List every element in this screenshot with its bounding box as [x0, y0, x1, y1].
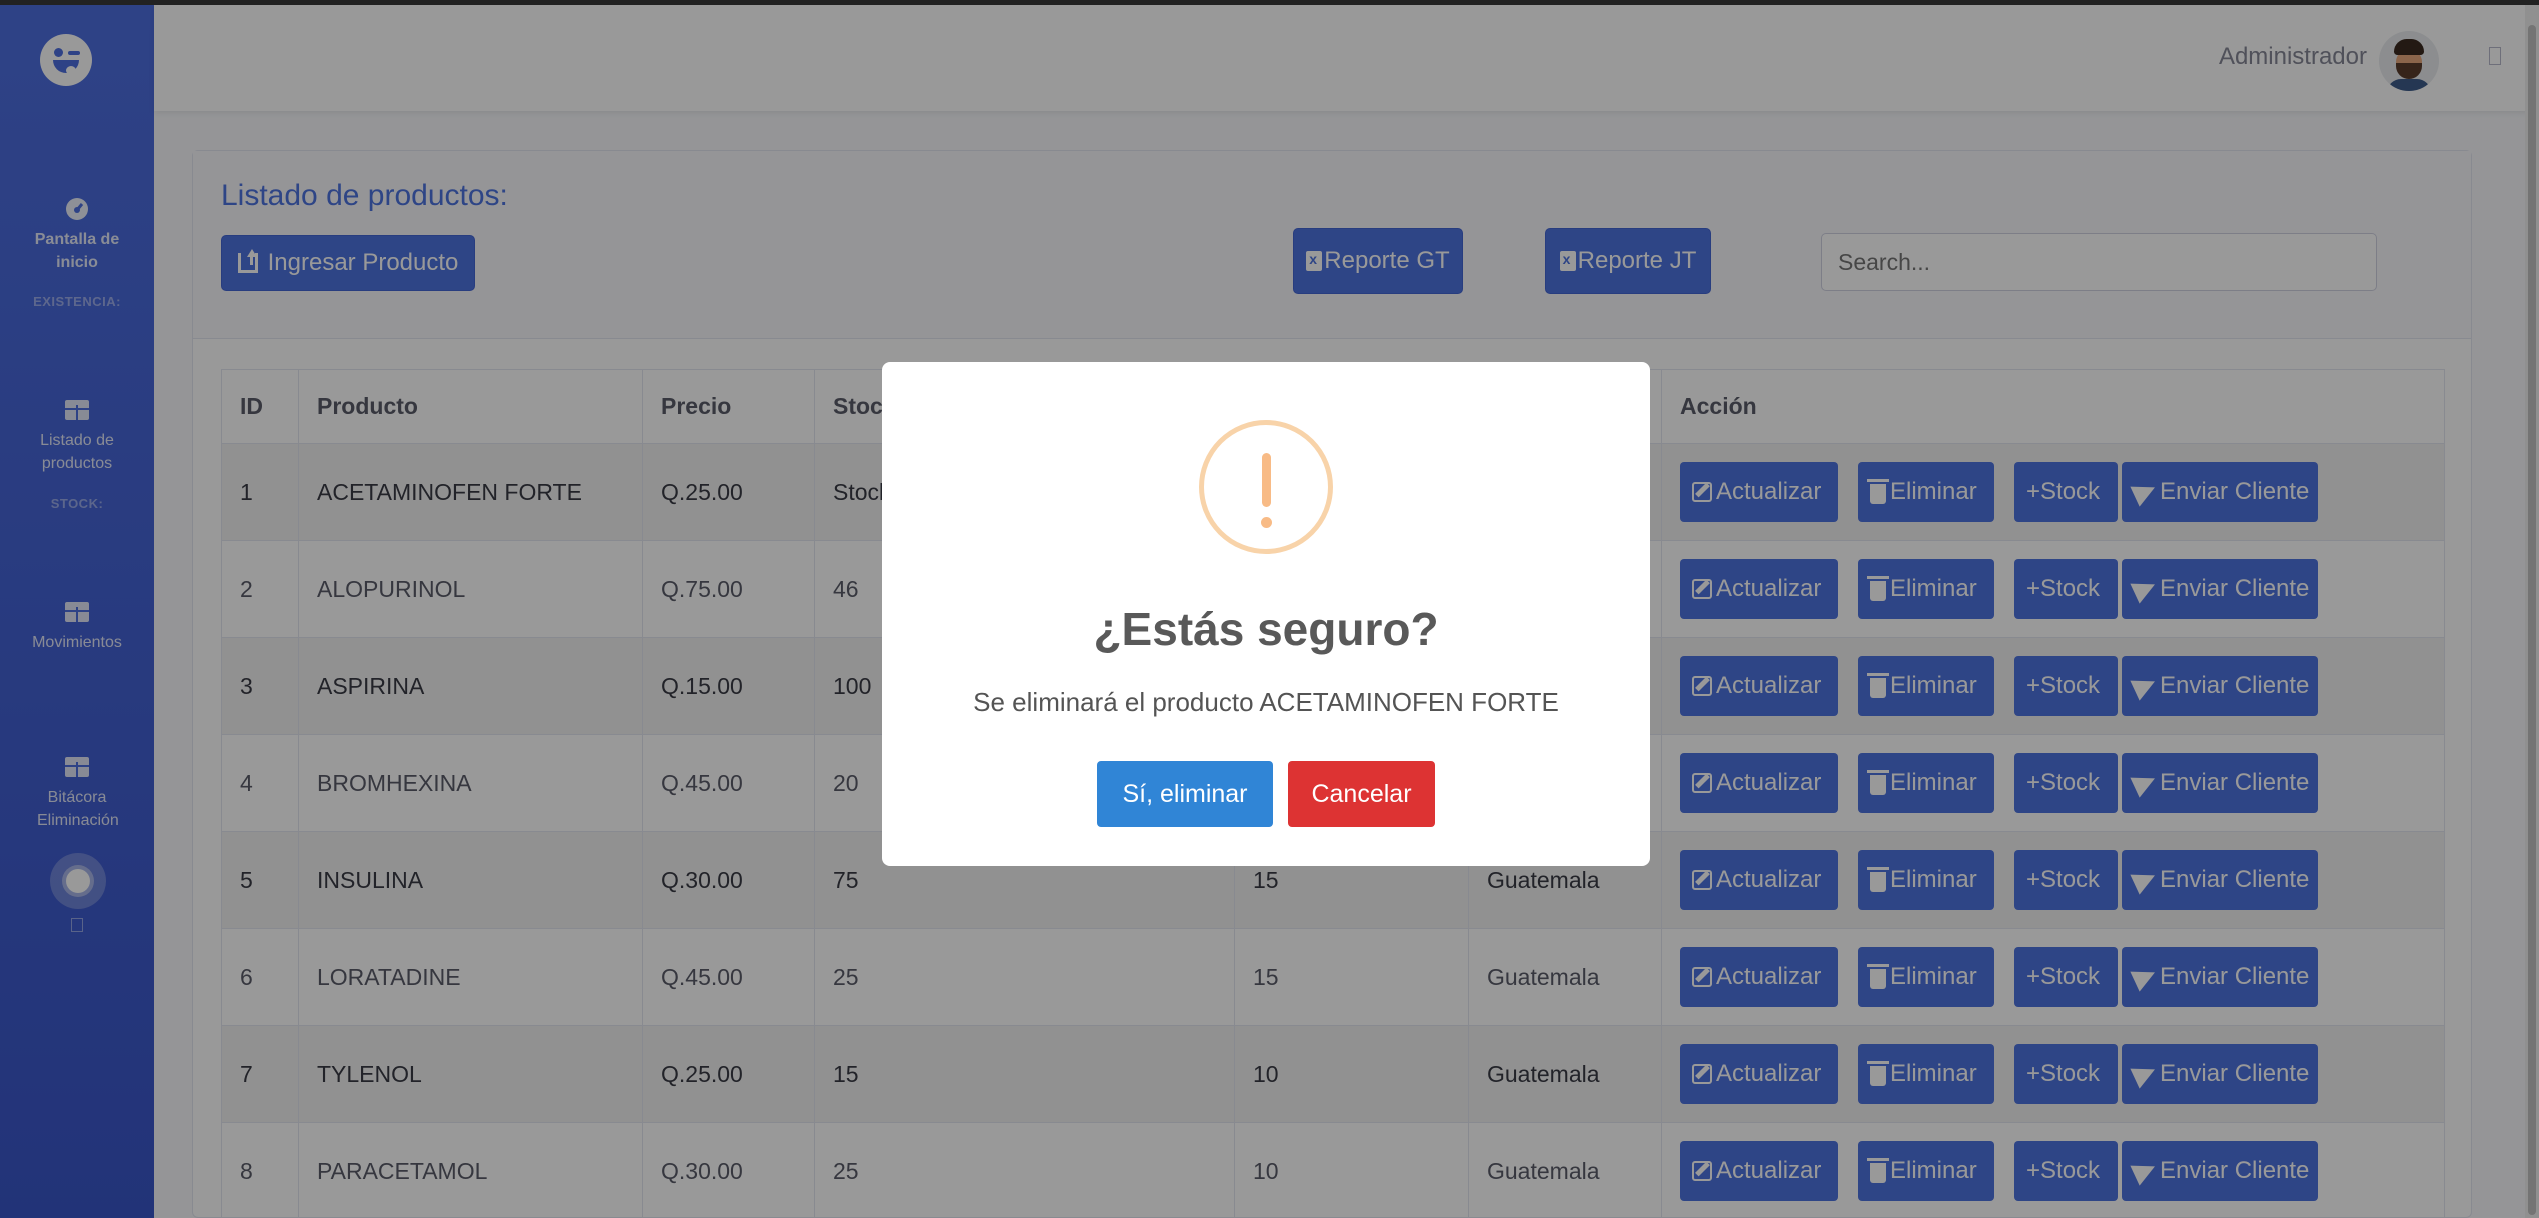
window-top-border [0, 0, 2539, 5]
warning-icon [1199, 420, 1333, 554]
dialog-title: ¿Estás seguro? [1093, 603, 1439, 655]
confirm-delete-dialog: ¿Estás seguro? Se eliminará el producto … [882, 362, 1650, 866]
dialog-message: Se eliminará el producto ACETAMINOFEN FO… [973, 687, 1559, 717]
cancel-button[interactable]: Cancelar [1288, 761, 1435, 827]
confirm-delete-button[interactable]: Sí, eliminar [1097, 761, 1273, 827]
